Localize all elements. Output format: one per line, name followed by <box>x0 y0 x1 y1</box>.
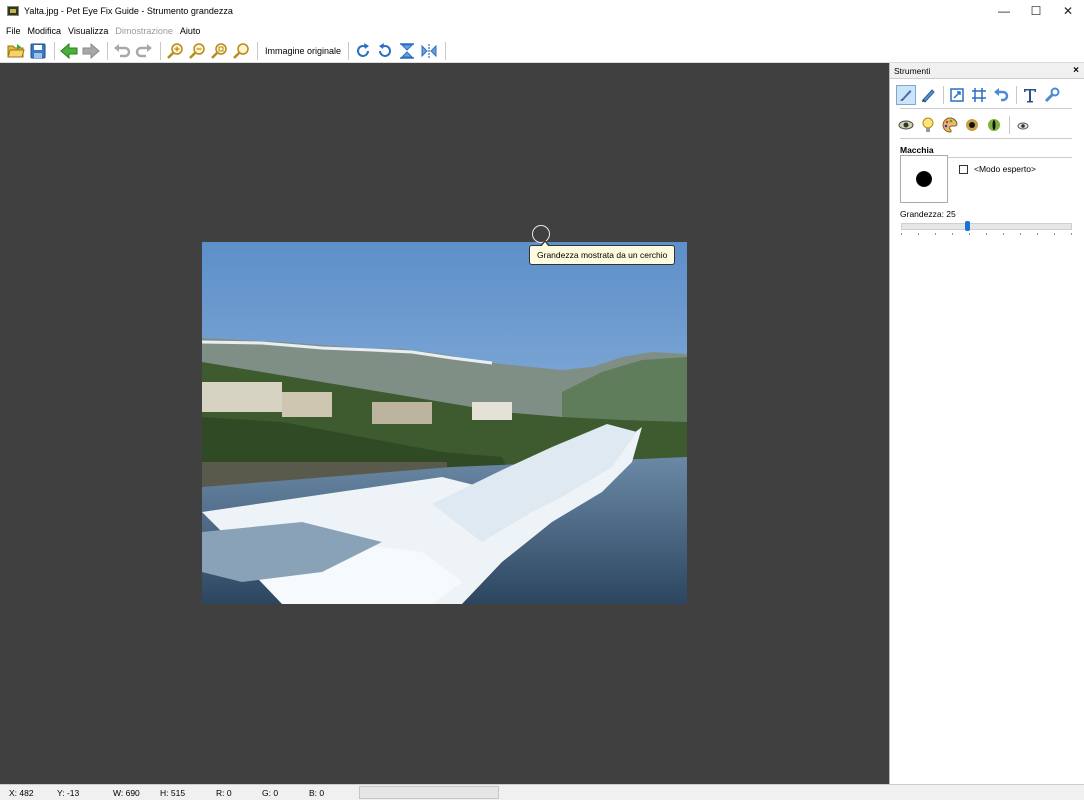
crop-tool-icon[interactable] <box>969 85 989 105</box>
status-w: W: 690 <box>113 788 140 798</box>
toolbar-separator <box>445 41 447 60</box>
zoom-in-icon[interactable] <box>165 41 185 61</box>
forward-arrow-icon[interactable] <box>81 41 101 61</box>
app-icon <box>7 6 19 16</box>
toolbar-separator <box>160 41 161 60</box>
toolbar-separator <box>257 41 258 60</box>
zoom-actual-icon[interactable] <box>231 41 251 61</box>
menu-modifica[interactable]: Modifica <box>28 26 62 36</box>
status-r: R: 0 <box>216 788 232 798</box>
status-progress-bar <box>359 786 499 799</box>
status-b: B: 0 <box>309 788 325 798</box>
tools-panel-title: Strumenti <box>894 65 931 76</box>
slider-thumb[interactable] <box>965 221 970 231</box>
maximize-button[interactable]: ☐ <box>1020 0 1052 22</box>
status-bar: X: 482 Y: -13 W: 690 H: 515 R: 0 G: 0 B:… <box>0 784 1084 800</box>
size-slider[interactable] <box>901 221 1072 237</box>
menu-visualizza[interactable]: Visualizza <box>68 26 108 36</box>
tool-row-secondary <box>890 113 1084 137</box>
pen-tool-icon[interactable] <box>918 85 938 105</box>
expert-mode-label: <Modo esperto> <box>974 164 1036 174</box>
zoom-out-icon[interactable] <box>187 41 207 61</box>
menu-bar: File Modifica Visualizza Dimostrazione A… <box>0 22 1084 39</box>
palette-icon[interactable] <box>940 115 960 135</box>
eye-fix-icon[interactable] <box>1013 115 1033 135</box>
size-label: Grandezza: 25 <box>900 209 956 219</box>
pupil-tool-icon[interactable] <box>962 115 982 135</box>
window-controls: — ☐ ✕ <box>988 0 1084 22</box>
expert-mode-toggle[interactable]: <Modo esperto> <box>959 164 1036 174</box>
tool-separator <box>1016 86 1017 104</box>
menu-dimostrazione[interactable]: Dimostrazione <box>115 26 173 36</box>
section-title: Macchia <box>900 145 934 155</box>
tool-row-divider <box>900 138 1072 139</box>
status-x: X: 482 <box>9 788 34 798</box>
brush-tool-icon[interactable] <box>896 85 916 105</box>
expert-mode-checkbox[interactable] <box>959 164 968 174</box>
title-bar: Yalta.jpg - Pet Eye Fix Guide - Strument… <box>0 0 1084 22</box>
toolbar-separator <box>107 41 108 60</box>
tool-separator <box>943 86 944 104</box>
save-icon[interactable] <box>28 41 48 61</box>
slider-track[interactable] <box>901 223 1072 230</box>
menu-file[interactable]: File <box>6 26 21 36</box>
toolbar: Immagine originale <box>0 39 1084 63</box>
window-title: Yalta.jpg - Pet Eye Fix Guide - Strument… <box>24 6 233 16</box>
rotate-left-icon[interactable] <box>375 41 395 61</box>
toolbar-separator <box>54 41 55 60</box>
resize-tool-icon[interactable] <box>947 85 967 105</box>
status-y: Y: -13 <box>57 788 80 798</box>
close-button[interactable]: ✕ <box>1052 0 1084 22</box>
text-tool-icon[interactable] <box>1020 85 1040 105</box>
zoom-fit-icon[interactable] <box>209 41 229 61</box>
size-tooltip: Grandezza mostrata da un cerchio <box>529 240 676 265</box>
rotate-right-icon[interactable] <box>353 41 373 61</box>
undo-icon[interactable] <box>112 41 132 61</box>
brush-dot <box>916 171 932 187</box>
menu-aiuto[interactable]: Aiuto <box>180 26 201 36</box>
slider-ticks <box>901 233 1072 236</box>
status-g: G: 0 <box>262 788 279 798</box>
minimize-button[interactable]: — <box>988 0 1020 22</box>
flip-vertical-icon[interactable] <box>397 41 417 61</box>
photo-image[interactable] <box>202 242 687 604</box>
tools-panel: Strumenti × Macchia <Modo esperto> Grand… <box>889 63 1084 784</box>
tool-separator <box>1009 116 1010 134</box>
original-image-button[interactable]: Immagine originale <box>262 46 344 56</box>
status-h: H: 515 <box>160 788 186 798</box>
image-canvas[interactable]: Grandezza mostrata da un cerchio <box>0 63 889 784</box>
undo-tool-icon[interactable] <box>991 85 1011 105</box>
toolbar-separator <box>348 41 350 60</box>
flip-horizontal-icon[interactable] <box>419 41 439 61</box>
back-arrow-icon[interactable] <box>59 41 79 61</box>
cat-eye-tool-icon[interactable] <box>984 115 1004 135</box>
brush-preview <box>900 155 948 203</box>
photo-seascape <box>202 242 687 604</box>
lightbulb-icon[interactable] <box>918 115 938 135</box>
tool-row-primary <box>890 83 1084 107</box>
panel-close-icon[interactable]: × <box>1073 65 1079 76</box>
redo-icon[interactable] <box>134 41 154 61</box>
wrench-tool-icon[interactable] <box>1042 85 1062 105</box>
tool-row-divider <box>900 108 1072 109</box>
eye-tool-icon[interactable] <box>896 115 916 135</box>
tools-panel-header: Strumenti × <box>890 63 1084 79</box>
open-folder-icon[interactable] <box>6 41 26 61</box>
